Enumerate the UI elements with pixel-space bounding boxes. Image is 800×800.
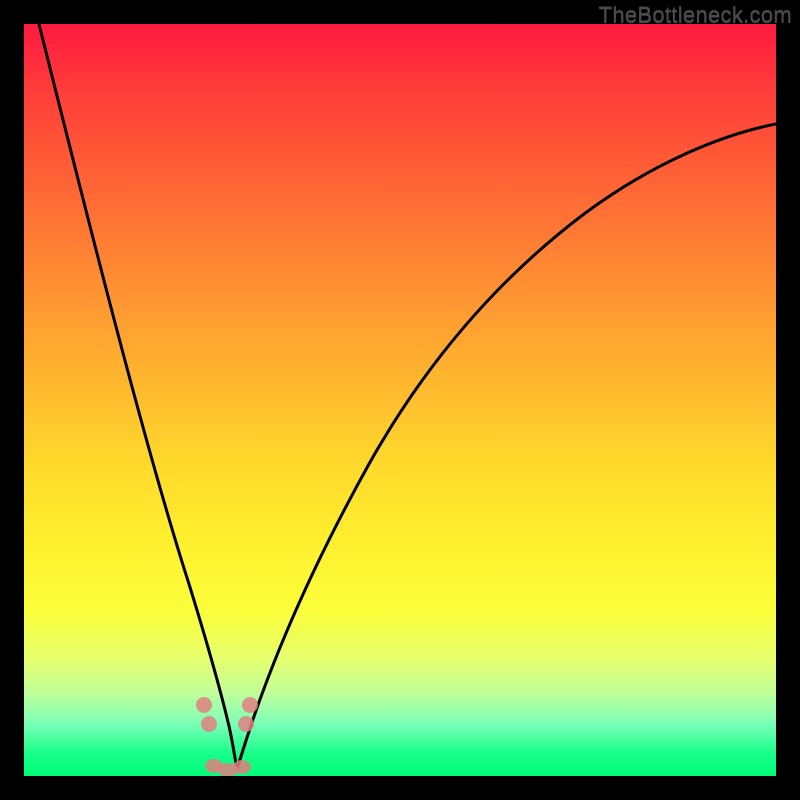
curve-left-branch <box>39 24 237 769</box>
marker-left-lower <box>201 716 217 732</box>
bottleneck-curve-plot <box>24 24 776 776</box>
curve-right-branch <box>237 124 776 769</box>
marker-right-upper <box>242 697 258 713</box>
marker-left-upper <box>196 697 212 713</box>
plot-frame <box>24 24 776 776</box>
marker-valley-right <box>233 760 251 774</box>
watermark-text: TheBottleneck.com <box>599 2 792 28</box>
marker-right-lower <box>238 716 254 732</box>
